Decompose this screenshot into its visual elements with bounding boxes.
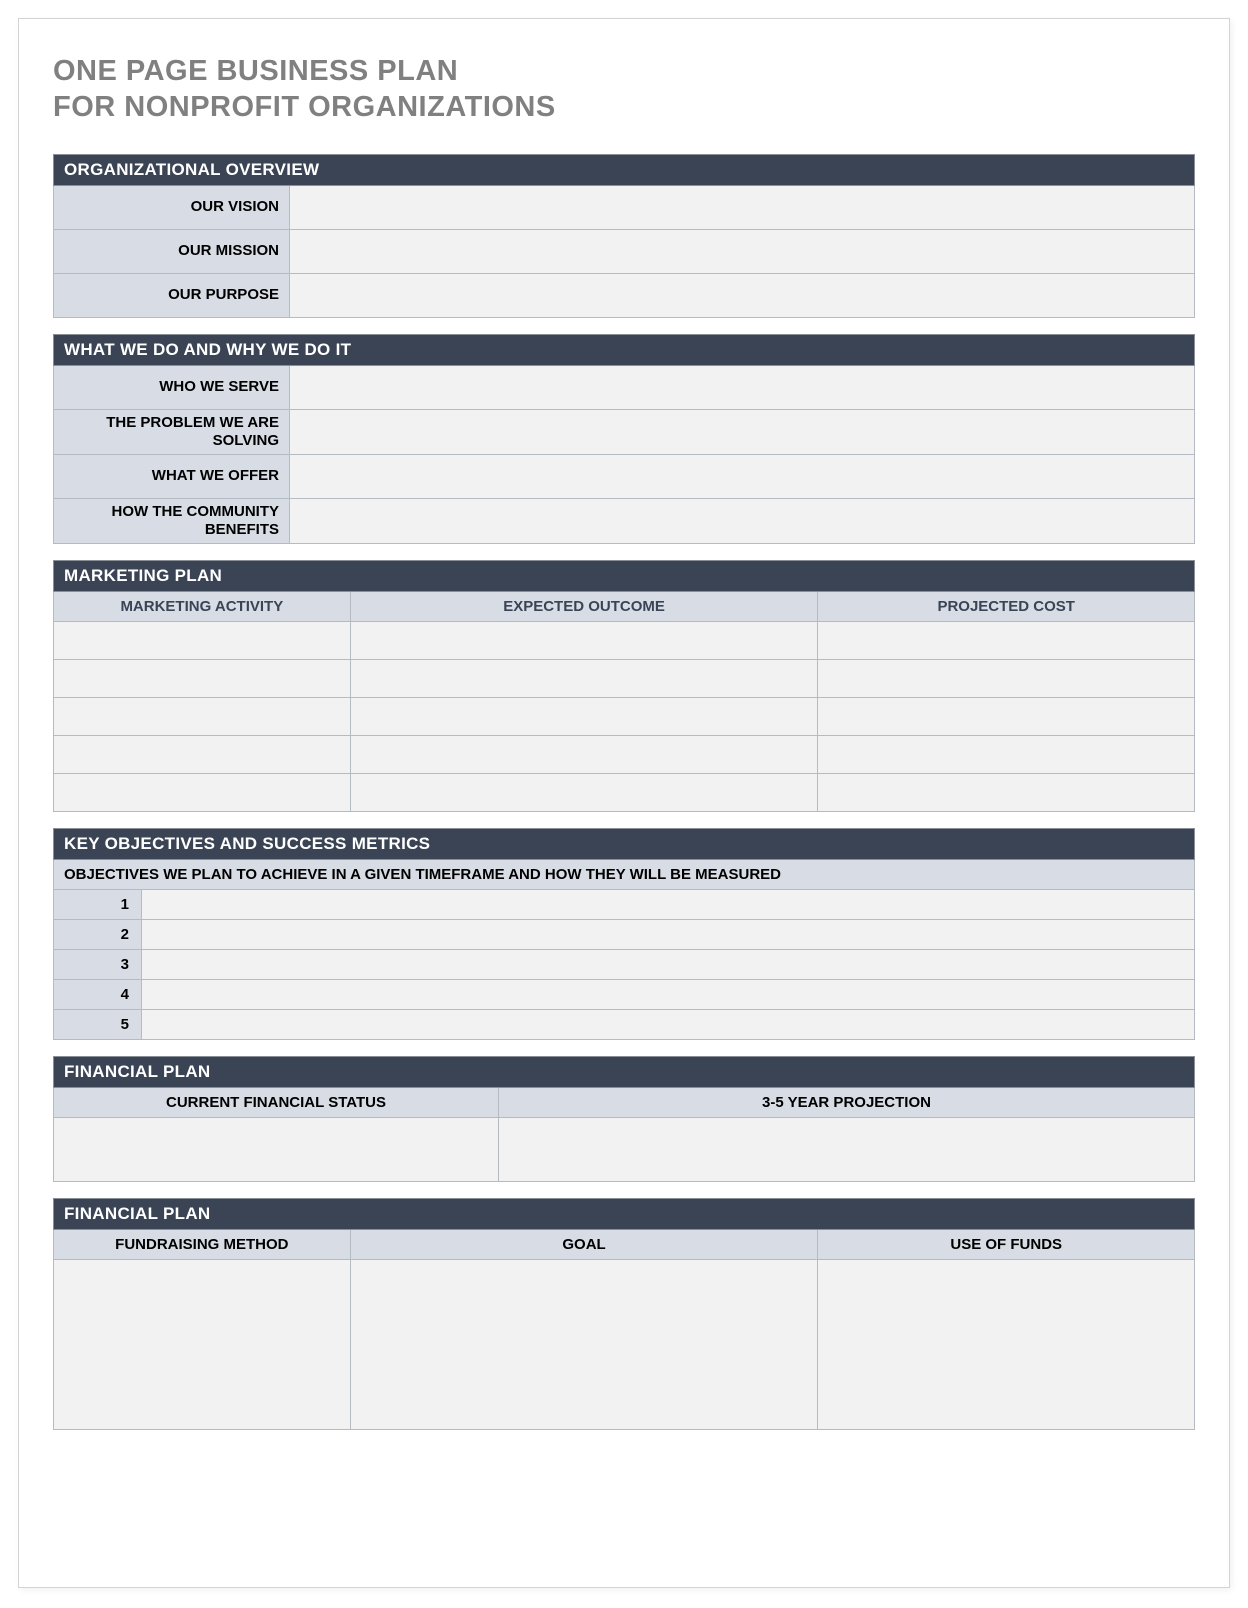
objective-value[interactable] — [142, 949, 1195, 979]
whatwedo-label: WHAT WE OFFER — [54, 454, 290, 498]
marketing-outcome[interactable] — [350, 735, 818, 773]
objective-value[interactable] — [142, 889, 1195, 919]
overview-section: ORGANIZATIONAL OVERVIEW OUR VISION OUR M… — [53, 154, 1195, 318]
marketing-cost[interactable] — [818, 773, 1195, 811]
overview-row: OUR VISION — [54, 185, 1195, 229]
objective-number: 3 — [54, 949, 142, 979]
whatwedo-label: WHO WE SERVE — [54, 365, 290, 409]
marketing-col-cost: PROJECTED COST — [818, 591, 1195, 621]
overview-value[interactable] — [290, 273, 1195, 317]
fundraising-col-use: USE OF FUNDS — [818, 1229, 1195, 1259]
whatwedo-header: WHAT WE DO AND WHY WE DO IT — [54, 334, 1195, 365]
objective-row: 4 — [54, 979, 1195, 1009]
marketing-outcome[interactable] — [350, 621, 818, 659]
document-page: ONE PAGE BUSINESS PLAN FOR NONPROFIT ORG… — [18, 18, 1230, 1588]
fundraising-col-method: FUNDRAISING METHOD — [54, 1229, 351, 1259]
marketing-cost[interactable] — [818, 659, 1195, 697]
objective-row: 2 — [54, 919, 1195, 949]
financial-status-row — [54, 1117, 1195, 1181]
objective-number: 1 — [54, 889, 142, 919]
objectives-section: KEY OBJECTIVES AND SUCCESS METRICS OBJEC… — [53, 828, 1195, 1040]
title-line2: FOR NONPROFIT ORGANIZATIONS — [53, 91, 556, 123]
whatwedo-value[interactable] — [290, 409, 1195, 454]
whatwedo-label: HOW THE COMMUNITY BENEFITS — [54, 498, 290, 543]
marketing-row — [54, 697, 1195, 735]
marketing-column-headers: MARKETING ACTIVITY EXPECTED OUTCOME PROJ… — [54, 591, 1195, 621]
overview-label: OUR VISION — [54, 185, 290, 229]
objective-number: 5 — [54, 1009, 142, 1039]
fundraising-column-headers: FUNDRAISING METHOD GOAL USE OF FUNDS — [54, 1229, 1195, 1259]
objective-number: 4 — [54, 979, 142, 1009]
financial-current-value[interactable] — [54, 1117, 499, 1181]
overview-value[interactable] — [290, 229, 1195, 273]
fundraising-section: FINANCIAL PLAN FUNDRAISING METHOD GOAL U… — [53, 1198, 1195, 1430]
financial-projection-value[interactable] — [498, 1117, 1194, 1181]
marketing-col-outcome: EXPECTED OUTCOME — [350, 591, 818, 621]
whatwedo-value[interactable] — [290, 454, 1195, 498]
marketing-cost[interactable] — [818, 735, 1195, 773]
whatwedo-row: WHAT WE OFFER — [54, 454, 1195, 498]
objective-row: 1 — [54, 889, 1195, 919]
overview-header: ORGANIZATIONAL OVERVIEW — [54, 154, 1195, 185]
marketing-outcome[interactable] — [350, 659, 818, 697]
objective-number: 2 — [54, 919, 142, 949]
whatwedo-value[interactable] — [290, 365, 1195, 409]
marketing-outcome[interactable] — [350, 773, 818, 811]
fundraising-header: FINANCIAL PLAN — [54, 1198, 1195, 1229]
marketing-row — [54, 621, 1195, 659]
overview-label: OUR MISSION — [54, 229, 290, 273]
fundraising-col-goal: GOAL — [350, 1229, 818, 1259]
marketing-outcome[interactable] — [350, 697, 818, 735]
financial-col-projection: 3-5 YEAR PROJECTION — [498, 1087, 1194, 1117]
title-line1: ONE PAGE BUSINESS PLAN — [53, 55, 458, 87]
objective-value[interactable] — [142, 979, 1195, 1009]
marketing-col-activity: MARKETING ACTIVITY — [54, 591, 351, 621]
marketing-row — [54, 735, 1195, 773]
overview-label: OUR PURPOSE — [54, 273, 290, 317]
objective-value[interactable] — [142, 1009, 1195, 1039]
objectives-subheader: OBJECTIVES WE PLAN TO ACHIEVE IN A GIVEN… — [54, 859, 1195, 889]
marketing-activity[interactable] — [54, 697, 351, 735]
page-title: ONE PAGE BUSINESS PLAN FOR NONPROFIT ORG… — [53, 53, 1195, 126]
financial-status-column-headers: CURRENT FINANCIAL STATUS 3-5 YEAR PROJEC… — [54, 1087, 1195, 1117]
overview-value[interactable] — [290, 185, 1195, 229]
fundraising-method-value[interactable] — [54, 1259, 351, 1429]
marketing-activity[interactable] — [54, 773, 351, 811]
objective-row: 5 — [54, 1009, 1195, 1039]
financial-col-current: CURRENT FINANCIAL STATUS — [54, 1087, 499, 1117]
objective-row: 3 — [54, 949, 1195, 979]
overview-row: OUR PURPOSE — [54, 273, 1195, 317]
whatwedo-row: HOW THE COMMUNITY BENEFITS — [54, 498, 1195, 543]
fundraising-goal-value[interactable] — [350, 1259, 818, 1429]
whatwedo-section: WHAT WE DO AND WHY WE DO IT WHO WE SERVE… — [53, 334, 1195, 544]
marketing-header: MARKETING PLAN — [54, 560, 1195, 591]
whatwedo-label: THE PROBLEM WE ARE SOLVING — [54, 409, 290, 454]
marketing-activity[interactable] — [54, 735, 351, 773]
marketing-row — [54, 659, 1195, 697]
marketing-section: MARKETING PLAN MARKETING ACTIVITY EXPECT… — [53, 560, 1195, 812]
whatwedo-value[interactable] — [290, 498, 1195, 543]
whatwedo-row: THE PROBLEM WE ARE SOLVING — [54, 409, 1195, 454]
whatwedo-row: WHO WE SERVE — [54, 365, 1195, 409]
financial-status-header: FINANCIAL PLAN — [54, 1056, 1195, 1087]
overview-row: OUR MISSION — [54, 229, 1195, 273]
financial-status-section: FINANCIAL PLAN CURRENT FINANCIAL STATUS … — [53, 1056, 1195, 1182]
objective-value[interactable] — [142, 919, 1195, 949]
marketing-activity[interactable] — [54, 621, 351, 659]
marketing-activity[interactable] — [54, 659, 351, 697]
marketing-cost[interactable] — [818, 697, 1195, 735]
fundraising-use-value[interactable] — [818, 1259, 1195, 1429]
marketing-row — [54, 773, 1195, 811]
marketing-cost[interactable] — [818, 621, 1195, 659]
fundraising-row — [54, 1259, 1195, 1429]
objectives-header: KEY OBJECTIVES AND SUCCESS METRICS — [54, 828, 1195, 859]
